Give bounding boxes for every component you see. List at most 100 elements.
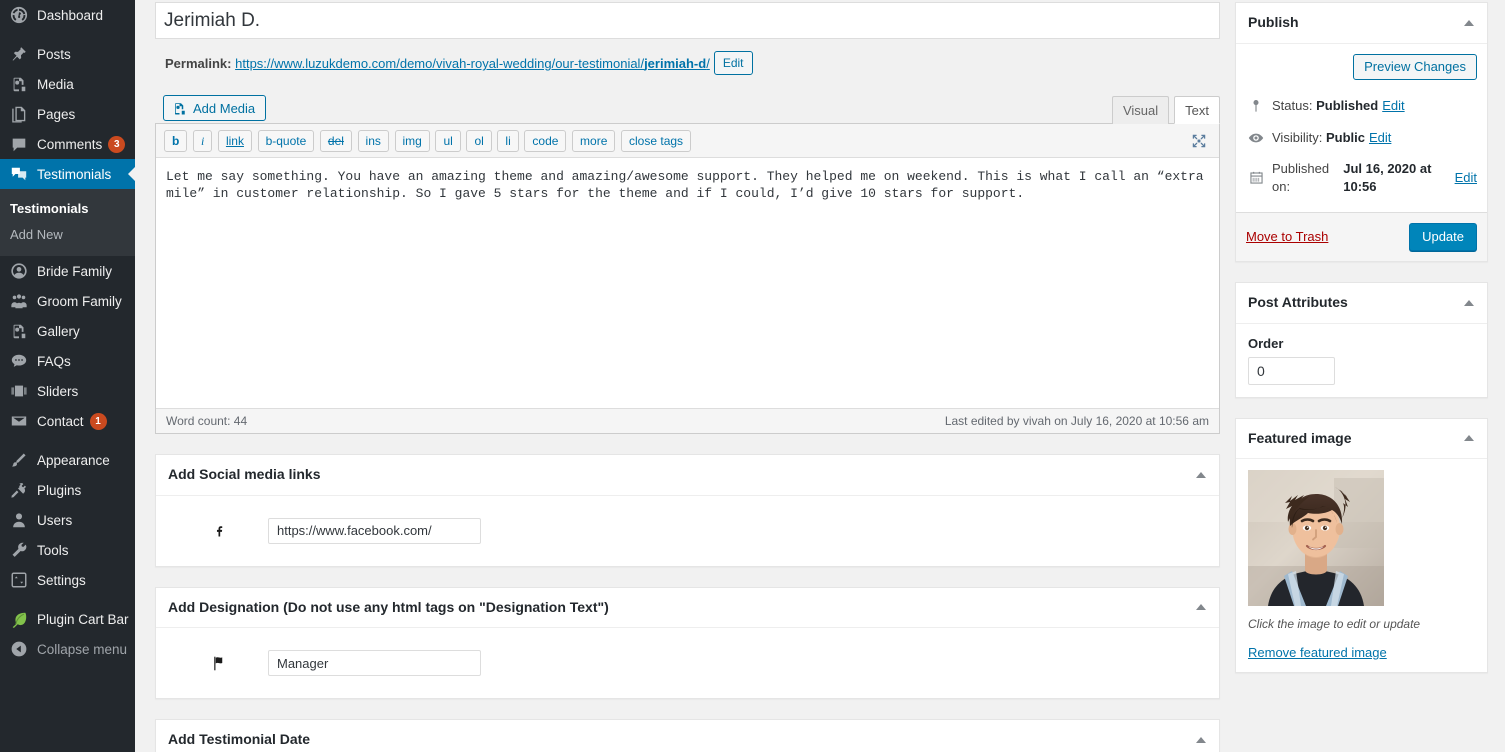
- chevron-up-icon[interactable]: [1455, 424, 1483, 452]
- metabox-title[interactable]: Post Attributes: [1236, 283, 1487, 324]
- quicktag-close-tags[interactable]: close tags: [621, 130, 692, 152]
- sidebar-item-label: Appearance: [37, 452, 110, 468]
- sidebar-subitem-add-new[interactable]: Add New: [0, 222, 135, 248]
- sidebar-item-tools[interactable]: Tools: [0, 535, 135, 565]
- chevron-up-icon[interactable]: [1187, 726, 1215, 752]
- sidebar-item-appearance[interactable]: Appearance: [0, 445, 135, 475]
- sidebar-item-pages[interactable]: Pages: [0, 99, 135, 129]
- quicktag-ol[interactable]: ol: [466, 130, 492, 152]
- sidebar-item-label: Comments: [37, 136, 103, 152]
- metabox-publish: Publish Preview Changes Status: Publishe…: [1235, 2, 1488, 262]
- quicktag-li[interactable]: li: [497, 130, 519, 152]
- quicktag-code[interactable]: code: [524, 130, 567, 152]
- edit-status-link[interactable]: Edit: [1382, 97, 1404, 115]
- facebook-url-input[interactable]: [268, 517, 481, 544]
- sidebar-item-groom-family[interactable]: Groom Family: [0, 286, 135, 316]
- editor-mode-tabs: Visual Text: [1107, 95, 1220, 124]
- sidebar-item-label: Testimonials: [37, 166, 112, 182]
- quicktag-more[interactable]: more: [572, 130, 616, 152]
- chevron-up-icon[interactable]: [1455, 289, 1483, 317]
- sidebar-item-testimonials[interactable]: Testimonials: [0, 159, 135, 189]
- sidebar-item-posts[interactable]: Posts: [0, 39, 135, 69]
- editor-media-buttons: Add Media Visual Text: [155, 87, 1220, 124]
- sidebar-item-users[interactable]: Users: [0, 505, 135, 535]
- sidebar-item-bride-family[interactable]: Bride Family: [0, 256, 135, 286]
- leaf-icon: [9, 609, 29, 629]
- pin-icon: [9, 44, 29, 64]
- permalink-label: Permalink:: [165, 56, 232, 71]
- chevron-up-icon[interactable]: [1455, 9, 1483, 37]
- post-content-textarea[interactable]: Let me say something. You have an amazin…: [156, 158, 1219, 408]
- sidebar-item-label: Plugins: [37, 482, 82, 498]
- sidebar-item-plugins[interactable]: Plugins: [0, 475, 135, 505]
- minor-publishing: Preview Changes Status: Published Edit V…: [1236, 44, 1487, 213]
- sidebar-item-contact[interactable]: Contact 1: [0, 406, 135, 436]
- quicktag-link[interactable]: link: [217, 130, 252, 152]
- edit-permalink-button[interactable]: Edit: [713, 51, 753, 75]
- media-icon: [9, 321, 29, 341]
- sidebar-item-dashboard[interactable]: Dashboard: [0, 0, 135, 30]
- sidebar-item-label: Sliders: [37, 383, 79, 399]
- published-on-value: Jul 16, 2020 at 10:56: [1343, 160, 1432, 194]
- facebook-icon: [168, 522, 268, 539]
- sidebar-item-comments[interactable]: Comments 3: [0, 129, 135, 159]
- move-to-trash-link[interactable]: Move to Trash: [1246, 229, 1328, 244]
- preview-changes-button[interactable]: Preview Changes: [1353, 53, 1477, 80]
- sidebar-item-plugin-cart-bar[interactable]: Plugin Cart Bar: [0, 604, 135, 634]
- order-label: Order: [1248, 335, 1284, 351]
- metabox-title[interactable]: Featured image: [1236, 419, 1487, 460]
- quicktag-ul[interactable]: ul: [435, 130, 461, 152]
- designation-input[interactable]: [268, 650, 481, 677]
- add-media-label: Add Media: [193, 100, 256, 116]
- quicktag-italic[interactable]: i: [192, 130, 213, 152]
- eye-icon: [1246, 128, 1266, 148]
- menu-order-input[interactable]: [1248, 356, 1335, 385]
- add-media-button[interactable]: Add Media: [163, 95, 267, 121]
- metabox-title[interactable]: Add Designation (Do not use any html tag…: [156, 588, 1219, 629]
- permalink-link[interactable]: https://www.luzukdemo.com/demo/vivah-roy…: [235, 56, 710, 71]
- sidebar-item-sliders[interactable]: Sliders: [0, 376, 135, 406]
- sidebar-item-label: Plugin Cart Bar: [37, 611, 129, 627]
- edit-published-on-link[interactable]: Edit: [1455, 169, 1477, 187]
- metabox-title[interactable]: Publish: [1236, 3, 1487, 44]
- post-visibility-row: Visibility: Public Edit: [1246, 122, 1477, 154]
- quicktag-blockquote[interactable]: b-quote: [257, 130, 315, 152]
- sidebar-item-label: Contact: [37, 413, 84, 429]
- permalink-row: Permalink: https://www.luzukdemo.com/dem…: [155, 39, 1220, 87]
- quicktag-img[interactable]: img: [394, 130, 430, 152]
- sidebar-item-gallery[interactable]: Gallery: [0, 316, 135, 346]
- sidebar-subitem-testimonials[interactable]: Testimonials: [0, 196, 135, 222]
- chevron-up-icon[interactable]: [1187, 593, 1215, 621]
- quicktag-bold[interactable]: b: [164, 130, 188, 152]
- featured-image-thumbnail[interactable]: [1248, 470, 1384, 607]
- permalink-trailing: /: [706, 56, 710, 71]
- remove-featured-image-link[interactable]: Remove featured image: [1248, 645, 1387, 660]
- quicktag-del[interactable]: del: [319, 130, 352, 152]
- metabox-title[interactable]: Add Social media links: [156, 455, 1219, 496]
- chevron-up-icon[interactable]: [1187, 461, 1215, 489]
- metabox-title-text: Add Designation (Do not use any html tag…: [168, 598, 609, 615]
- sidebar-subitem-label: Testimonials: [10, 201, 89, 216]
- sidebar-item-label: Media: [37, 76, 74, 92]
- sidebar-item-faqs[interactable]: FAQs: [0, 346, 135, 376]
- sidebar-item-settings[interactable]: Settings: [0, 565, 135, 595]
- fullscreen-icon[interactable]: [1188, 130, 1210, 152]
- preview-actions: Preview Changes: [1246, 53, 1477, 90]
- editor-container: b i link b-quote del ins img ul ol li co…: [155, 123, 1220, 434]
- metabox-title[interactable]: Add Testimonial Date: [156, 720, 1219, 752]
- tab-text[interactable]: Text: [1174, 96, 1220, 124]
- tab-visual[interactable]: Visual: [1111, 96, 1170, 124]
- sidebar-item-label: FAQs: [37, 353, 71, 369]
- sidebar-item-media[interactable]: Media: [0, 69, 135, 99]
- admin-sidebar: Dashboard Posts Media Pages Comments 3 T…: [0, 0, 135, 752]
- post-title-input[interactable]: [155, 2, 1220, 39]
- visibility-label: Visibility:: [1272, 129, 1323, 145]
- edit-visibility-link[interactable]: Edit: [1369, 129, 1391, 147]
- post-status-row: Status: Published Edit: [1246, 90, 1477, 122]
- update-button[interactable]: Update: [1409, 222, 1477, 251]
- calendar-icon: [1246, 168, 1266, 188]
- collapse-menu-button[interactable]: Collapse menu: [0, 634, 135, 664]
- collapse-menu-label: Collapse menu: [37, 641, 128, 657]
- quicktag-ins[interactable]: ins: [357, 130, 389, 152]
- collapse-icon: [9, 639, 29, 659]
